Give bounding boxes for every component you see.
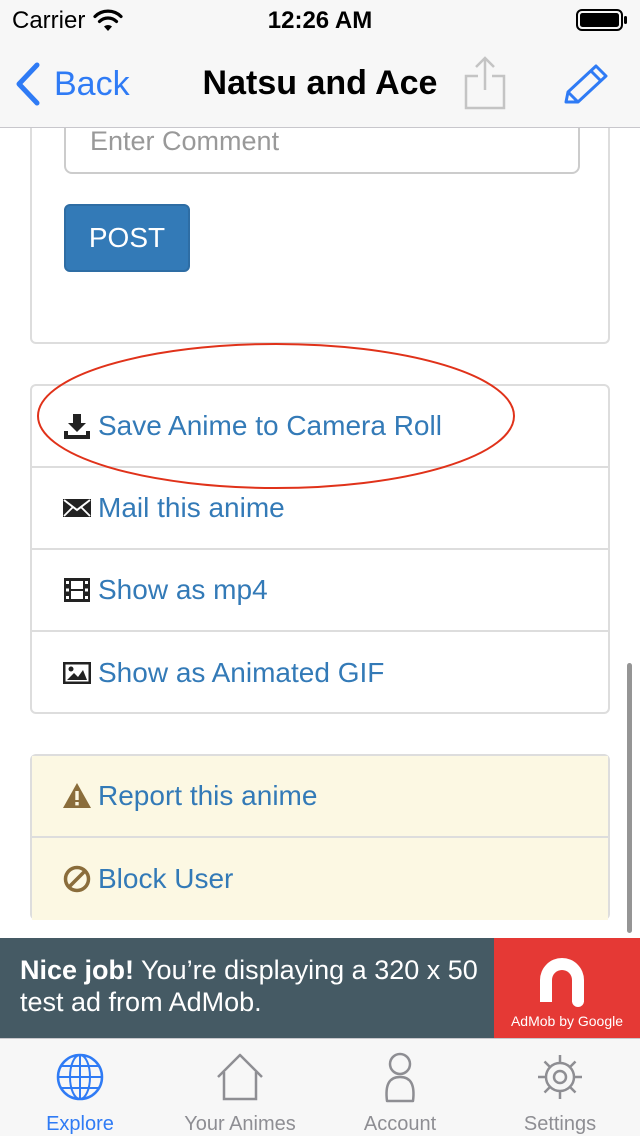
report-anime-label: Report this anime <box>98 780 318 811</box>
tab-explore-label: Explore <box>46 1113 114 1135</box>
tab-bar: Explore Your Animes Account Settings <box>0 1038 640 1136</box>
save-to-camera-roll-button[interactable]: Save Anime to Camera Roll <box>32 386 608 468</box>
ad-text: Nice job! You’re displaying a 320 x 50 t… <box>20 954 490 1018</box>
battery-icon <box>576 9 627 31</box>
navigation-bar: Back Natsu and Ace <box>0 40 640 128</box>
post-button[interactable]: POST <box>64 204 190 272</box>
tab-settings-label: Settings <box>523 1113 597 1135</box>
admob-logo: AdMob by Google <box>494 938 640 1038</box>
house-icon <box>217 1053 263 1101</box>
warning-panel: Report this anime Block User <box>30 754 610 920</box>
ad-banner[interactable]: Nice job! You’re displaying a 320 x 50 t… <box>0 938 640 1038</box>
block-user-button[interactable]: Block User <box>32 838 608 920</box>
tab-settings[interactable]: Settings <box>480 1039 640 1136</box>
content-scroll-area[interactable]: POST Save Anime to Camera Roll Mail this… <box>0 128 640 938</box>
show-as-mp4-label: Show as mp4 <box>98 574 268 605</box>
tab-account-label: Account <box>363 1113 437 1135</box>
tab-your-animes[interactable]: Your Animes <box>160 1039 320 1136</box>
pencil-icon[interactable] <box>560 62 612 108</box>
picture-icon <box>63 662 91 684</box>
back-button[interactable]: Back <box>14 62 130 106</box>
mail-anime-button[interactable]: Mail this anime <box>32 468 608 550</box>
block-user-label: Block User <box>98 863 234 894</box>
report-anime-button[interactable]: Report this anime <box>32 756 608 838</box>
person-icon <box>385 1052 415 1103</box>
chevron-left-icon <box>16 62 40 106</box>
show-as-gif-label: Show as Animated GIF <box>98 657 385 688</box>
back-label: Back <box>54 64 130 103</box>
download-icon <box>64 414 90 439</box>
gear-icon <box>538 1055 582 1099</box>
ban-icon <box>63 865 91 893</box>
ad-headline: Nice job! <box>20 955 135 985</box>
actions-panel: Save Anime to Camera Roll Mail this anim… <box>30 384 610 714</box>
show-as-mp4-button[interactable]: Show as mp4 <box>32 550 608 632</box>
comment-panel: POST <box>30 128 610 344</box>
share-icon <box>464 56 506 110</box>
ad-logo-caption: AdMob by Google <box>510 1013 624 1029</box>
tab-account[interactable]: Account <box>320 1039 480 1136</box>
admob-icon <box>540 958 584 1007</box>
show-as-gif-button[interactable]: Show as Animated GIF <box>32 632 608 714</box>
comment-input[interactable] <box>64 128 580 174</box>
tab-your-animes-label: Your Animes <box>184 1113 296 1135</box>
tab-explore[interactable]: Explore <box>0 1039 160 1136</box>
scroll-indicator <box>627 663 632 933</box>
status-time: 12:26 AM <box>267 7 373 34</box>
globe-icon <box>56 1053 104 1101</box>
save-to-camera-roll-label: Save Anime to Camera Roll <box>98 410 442 441</box>
film-icon <box>64 578 90 602</box>
mail-anime-label: Mail this anime <box>98 492 285 523</box>
status-bar: Carrier 12:26 AM <box>0 0 640 40</box>
warning-icon <box>63 783 91 808</box>
envelope-icon <box>63 499 91 517</box>
